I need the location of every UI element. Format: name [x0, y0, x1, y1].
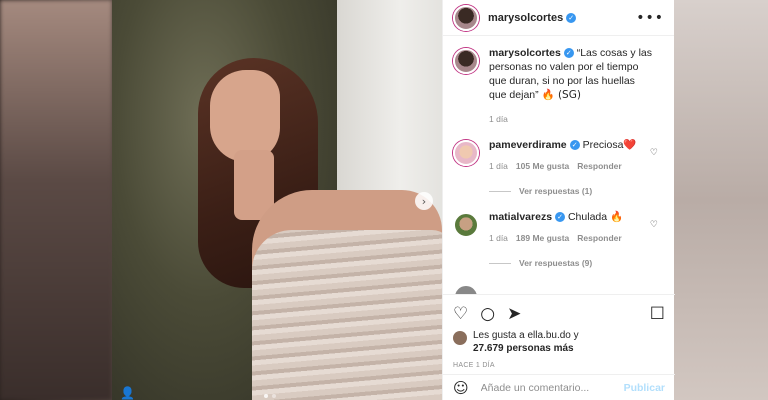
commenter-avatar[interactable] — [453, 212, 479, 238]
caption-author-avatar[interactable] — [453, 48, 479, 74]
comment-item: pameverdirame ✓ Preciosa❤️ 1 día 105 Me g… — [453, 138, 664, 173]
blurred-backdrop-right — [674, 0, 768, 400]
comment-time[interactable]: 1 día — [489, 231, 508, 245]
reply-button[interactable]: Responder — [577, 159, 621, 173]
post-time[interactable]: HACE 1 DÍA — [453, 362, 665, 369]
fire-emoji-icon: 🔥 — [610, 211, 624, 223]
verified-icon: ✓ — [569, 140, 580, 151]
user-tag-icon[interactable]: 👤 — [120, 386, 135, 400]
carousel-dot — [272, 394, 276, 398]
comment-author[interactable]: matialvarezs — [489, 211, 552, 223]
comment-author[interactable]: pameverdirame — [489, 139, 567, 151]
post-header: marysolcortes ✓ ••• — [443, 0, 674, 36]
caption-author[interactable]: marysolcortes — [489, 47, 561, 59]
likes-line-1: Les gusta a ella.bu.do y — [473, 330, 579, 341]
save-icon[interactable]: ☐ — [650, 304, 665, 324]
comment-input[interactable] — [480, 381, 611, 394]
comment-time[interactable]: 1 día — [489, 159, 508, 173]
caption-time[interactable]: 1 día — [489, 112, 508, 126]
comment-likes[interactable]: 105 Me gusta — [516, 159, 569, 173]
commenter-avatar[interactable] — [453, 284, 479, 294]
publish-button[interactable]: Publicar — [624, 382, 665, 394]
carousel-next-button[interactable]: › — [415, 192, 433, 210]
blurred-backdrop-left — [0, 0, 112, 400]
like-icon[interactable]: ♡ — [453, 304, 468, 324]
post-actions: ♡ ○ ➤ ☐ Les gusta a ella.bu.do y 27.679 … — [443, 294, 675, 369]
comment-text: Chulada — [567, 211, 608, 223]
post-photo[interactable]: › 👤 — [112, 0, 442, 400]
reply-button[interactable]: Responder — [577, 231, 621, 245]
comments-list[interactable]: marysolcortes ✓ “Las cosas y las personas… — [443, 36, 674, 294]
caption: marysolcortes ✓ “Las cosas y las personas… — [453, 46, 664, 126]
likes-count[interactable]: 27.679 personas más — [473, 342, 579, 355]
add-comment-bar: ☺ Publicar — [443, 374, 675, 400]
verified-icon: ✓ — [566, 12, 577, 23]
carousel-dot-active — [264, 394, 268, 398]
post-side-panel: marysolcortes ✓ ••• marysolcortes ✓ “Las … — [442, 0, 675, 400]
comment-item-partial — [453, 282, 664, 294]
comment-item: matialvarezs ✓ Chulada 🔥 1 día 189 Me gus… — [453, 210, 664, 245]
more-options-icon[interactable]: ••• — [636, 10, 664, 26]
comment-like-icon[interactable]: ♡ — [650, 148, 658, 158]
commenter-avatar[interactable] — [453, 140, 479, 166]
comment-likes[interactable]: 189 Me gusta — [516, 231, 569, 245]
heart-emoji-icon: ❤️ — [623, 139, 637, 151]
emoji-picker-icon[interactable]: ☺ — [453, 379, 469, 397]
author-avatar[interactable] — [453, 4, 479, 31]
verified-icon: ✓ — [555, 212, 566, 223]
comment-text: Preciosa — [582, 139, 624, 151]
liker-avatar — [453, 331, 467, 345]
view-replies-button[interactable]: Ver respuestas (1) — [489, 186, 664, 196]
caption-suffix: 🔥 (SG) — [541, 89, 581, 101]
likes-summary[interactable]: Les gusta a ella.bu.do y 27.679 personas… — [453, 329, 665, 355]
author-username[interactable]: marysolcortes — [488, 12, 563, 24]
view-replies-button[interactable]: Ver respuestas (9) — [489, 258, 664, 268]
comment-icon[interactable]: ○ — [480, 304, 495, 324]
share-icon[interactable]: ➤ — [507, 304, 521, 324]
comment-like-icon[interactable]: ♡ — [650, 220, 658, 230]
verified-icon: ✓ — [563, 48, 574, 59]
